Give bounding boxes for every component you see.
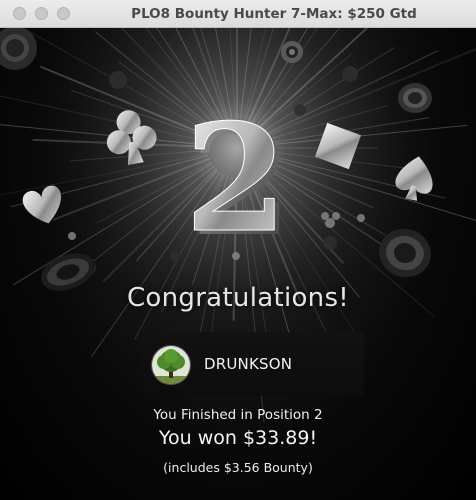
poker-chip-icon <box>0 28 37 70</box>
window-title: PLO8 Bounty Hunter 7-Max: $250 Gtd <box>131 6 417 22</box>
close-window-button[interactable] <box>13 7 26 20</box>
tournament-result-window: PLO8 Bounty Hunter 7-Max: $250 Gtd 2 2 C… <box>0 0 476 500</box>
tree-avatar-icon <box>152 346 190 384</box>
winnings-text: You won $33.89! <box>158 427 318 449</box>
poker-chip-icon <box>281 41 303 63</box>
minimize-window-button[interactable] <box>35 7 48 20</box>
title-bar: PLO8 Bounty Hunter 7-Max: $250 Gtd <box>0 0 476 28</box>
position-number-graphic: 2 2 <box>184 91 292 270</box>
congratulations-heading: Congratulations! <box>126 283 350 313</box>
finish-position-text: You Finished in Position 2 <box>153 407 323 423</box>
result-content: 2 2 Congratulations! DRUNKSON You Finish… <box>0 28 476 500</box>
player-panel: DRUNKSON <box>142 332 364 396</box>
player-name: DRUNKSON <box>204 355 293 373</box>
bounty-text: (includes $3.56 Bounty) <box>163 460 313 475</box>
position-digit: 2 <box>185 91 288 265</box>
player-avatar <box>151 345 191 385</box>
zoom-window-button[interactable] <box>57 7 70 20</box>
poker-chip-icon <box>398 83 432 113</box>
